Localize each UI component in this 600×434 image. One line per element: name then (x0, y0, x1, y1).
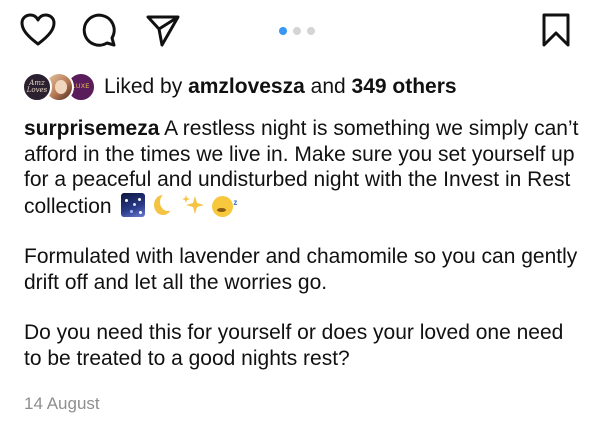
carousel-dot (307, 27, 315, 35)
sparkles-emoji (181, 193, 205, 217)
post-date: 14 August (24, 394, 100, 413)
likes-prefix: Liked by (104, 75, 183, 98)
carousel-dot-active (279, 27, 287, 35)
likes-summary[interactable]: Amz Loves LUXE Liked by amzlovesza and 3… (22, 71, 457, 103)
caption-emojis: z (121, 192, 237, 217)
instagram-post: Amz Loves LUXE Liked by amzlovesza and 3… (0, 0, 600, 434)
caption-paragraph: surprisemeza A restless night is somethi… (24, 116, 584, 219)
caption-username[interactable]: surprisemeza (24, 117, 159, 140)
sleeping-face-emoji: z (211, 193, 237, 217)
caption-paragraph: Formulated with lavender and chamomile s… (24, 245, 578, 294)
night-sky-emoji (121, 192, 146, 217)
liker-username[interactable]: amzlovesza (188, 75, 305, 98)
carousel-dot (293, 27, 301, 35)
crescent-moon-emoji (151, 192, 177, 217)
likes-text: Liked by amzlovesza and 349 others (104, 74, 457, 100)
liker-avatars[interactable]: Amz Loves LUXE (22, 72, 98, 102)
heart-icon[interactable] (20, 12, 56, 48)
bookmark-icon[interactable] (538, 12, 574, 48)
caption-paragraph: Do you need this for yourself or does yo… (24, 321, 564, 370)
post-caption: surprisemeza A restless night is somethi… (24, 116, 584, 371)
share-icon[interactable] (145, 12, 181, 48)
action-bar (0, 0, 600, 56)
avatar[interactable]: Amz Loves (22, 72, 52, 102)
likes-conjunction: and (310, 75, 346, 98)
likes-others-link[interactable]: 349 others (352, 75, 457, 98)
avatar-logo-text: LUXE (72, 84, 90, 90)
avatar-logo-text: Amz Loves (26, 79, 48, 94)
comment-icon[interactable] (81, 12, 117, 48)
carousel-indicator (279, 27, 315, 35)
